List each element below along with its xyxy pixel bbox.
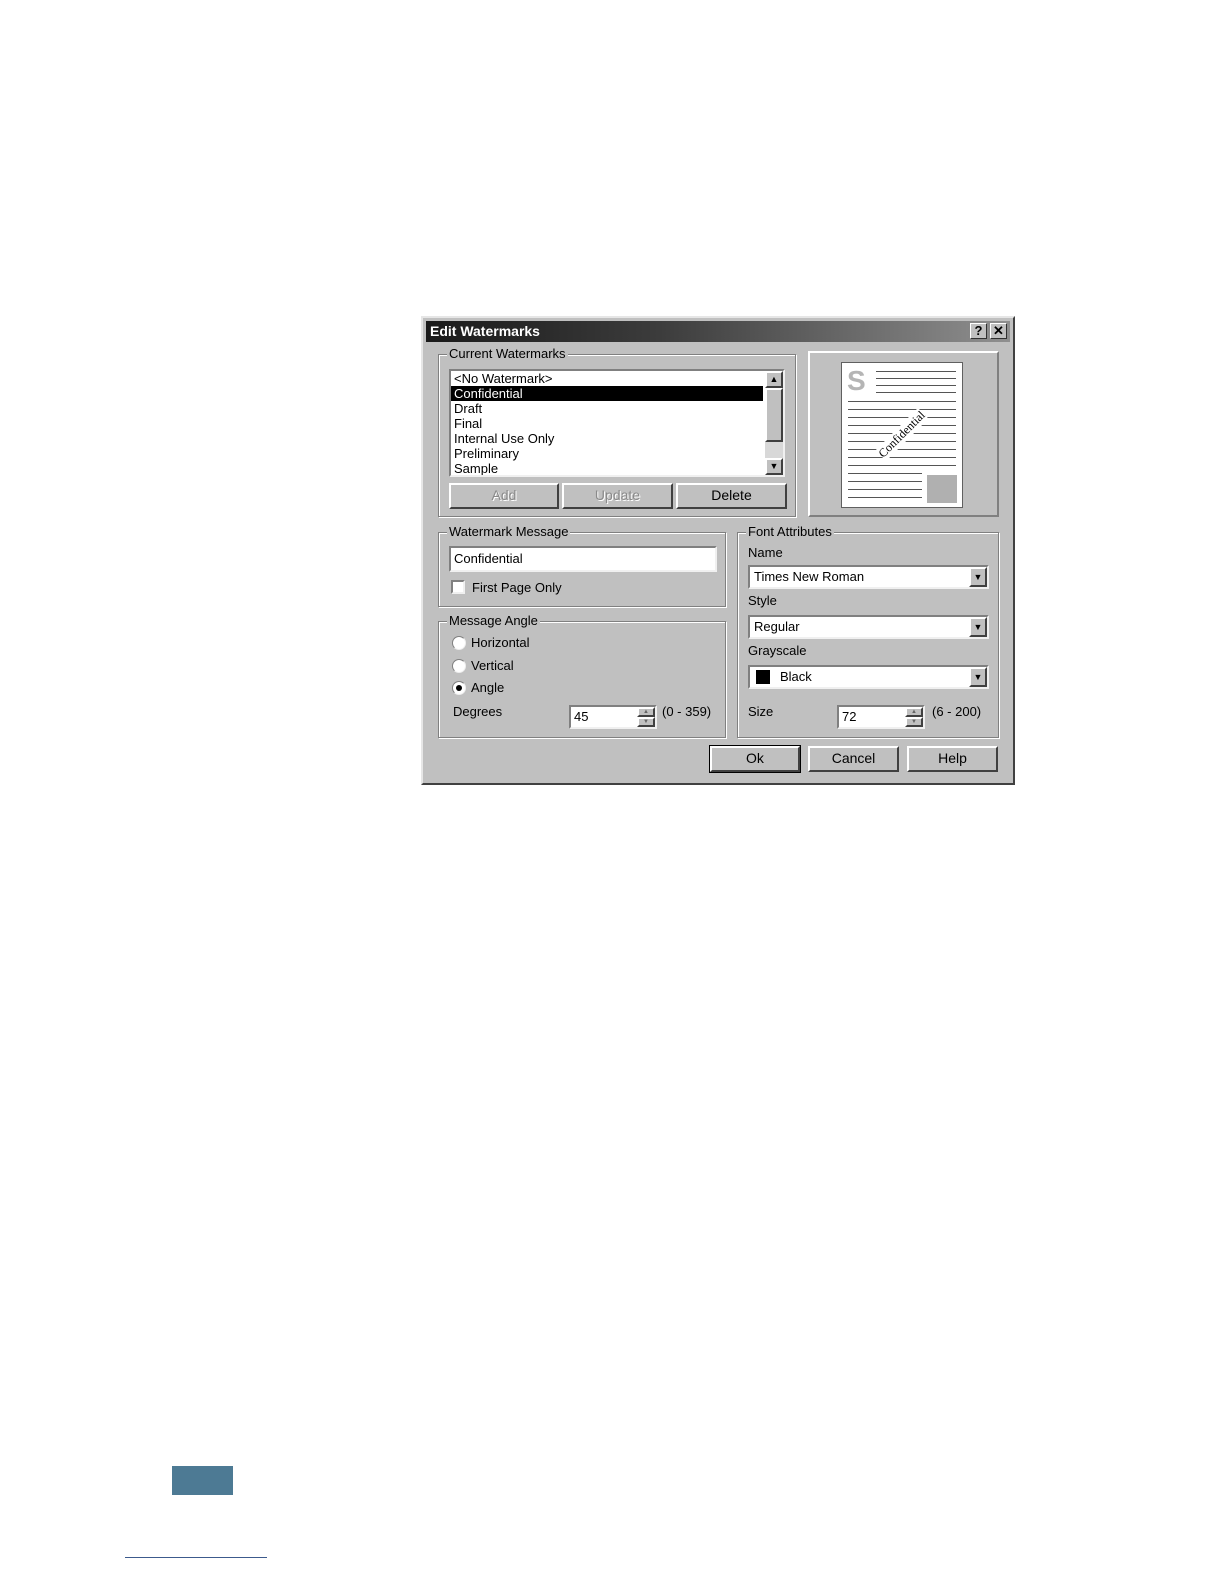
degrees-label: Degrees <box>453 704 503 719</box>
font-attributes-legend: Font Attributes <box>746 524 834 539</box>
current-watermarks-legend: Current Watermarks <box>447 346 568 361</box>
grayscale-swatch <box>756 670 770 684</box>
grayscale-label: Grayscale <box>748 643 807 658</box>
degrees-value: 45 <box>574 709 589 724</box>
add-button[interactable]: Add <box>449 483 559 509</box>
font-attributes-group: Font Attributes Name Times New Roman ▼ S… <box>737 524 999 738</box>
message-angle-legend: Message Angle <box>447 613 540 628</box>
spin-down-icon[interactable]: ▼ <box>905 717 923 727</box>
font-name-select[interactable]: Times New Roman ▼ <box>748 565 989 589</box>
help-icon[interactable]: ? <box>970 323 987 339</box>
degrees-range: (0 - 359) <box>662 704 712 719</box>
font-name-label: Name <box>748 545 783 560</box>
chevron-down-icon[interactable]: ▼ <box>969 667 987 687</box>
chevron-down-icon[interactable]: ▼ <box>969 617 987 637</box>
size-range: (6 - 200) <box>932 704 982 719</box>
scroll-up-icon[interactable]: ▲ <box>765 371 783 388</box>
scroll-thumb[interactable] <box>765 388 783 442</box>
font-style-select[interactable]: Regular ▼ <box>748 615 989 639</box>
grayscale-value: Black <box>780 669 812 684</box>
list-item[interactable]: Confidential <box>451 386 763 401</box>
grayscale-select[interactable]: Black ▼ <box>748 665 989 689</box>
angle-label[interactable]: Angle <box>471 680 504 695</box>
preview-page: S Confidential <box>841 362 963 508</box>
spin-down-icon[interactable]: ▼ <box>637 717 655 727</box>
update-button[interactable]: Update <box>562 483 673 509</box>
cancel-button[interactable]: Cancel <box>808 746 899 772</box>
dialog-title: Edit Watermarks <box>430 323 540 339</box>
close-icon[interactable]: ✕ <box>990 323 1007 339</box>
list-item[interactable]: Sample <box>451 461 763 475</box>
spin-up-icon[interactable]: ▲ <box>905 707 923 717</box>
preview-initial: S <box>847 365 866 396</box>
vertical-radio[interactable] <box>452 659 466 673</box>
page-number-tab <box>172 1466 233 1495</box>
watermark-message-input[interactable]: Confidential <box>449 546 717 572</box>
size-spinner[interactable]: 72 ▲ ▼ <box>837 705 925 729</box>
list-item[interactable]: Draft <box>451 401 763 416</box>
angle-radio[interactable] <box>452 681 466 695</box>
first-page-only-label[interactable]: First Page Only <box>472 580 562 595</box>
help-button[interactable]: Help <box>907 746 998 772</box>
list-item[interactable]: Final <box>451 416 763 431</box>
chevron-down-icon[interactable]: ▼ <box>969 567 987 587</box>
vertical-label[interactable]: Vertical <box>471 658 514 673</box>
watermark-preview: S Confidential <box>808 351 999 517</box>
angle-radio-dot <box>456 685 462 691</box>
font-style-value: Regular <box>754 619 800 634</box>
watermark-message-legend: Watermark Message <box>447 524 571 539</box>
degrees-spinner[interactable]: 45 ▲ ▼ <box>569 705 657 729</box>
current-watermarks-group: Current Watermarks <No Watermark> Confide… <box>438 346 796 517</box>
scroll-down-icon[interactable]: ▼ <box>765 458 783 475</box>
list-item[interactable]: Internal Use Only <box>451 431 763 446</box>
footer-rule <box>125 1557 267 1558</box>
message-angle-group: Message Angle Horizontal Vertical Angle … <box>438 613 726 738</box>
list-item[interactable]: Preliminary <box>451 446 763 461</box>
preview-watermark-text: Confidential <box>875 407 929 462</box>
font-name-value: Times New Roman <box>754 569 865 584</box>
watermark-message-group: Watermark Message Confidential First Pag… <box>438 524 726 607</box>
spin-up-icon[interactable]: ▲ <box>637 707 655 717</box>
first-page-only-checkbox[interactable] <box>451 580 465 594</box>
preview-graphic-block <box>927 475 957 503</box>
font-style-label: Style <box>748 593 777 608</box>
edit-watermarks-dialog: Edit Watermarks ? ✕ Current Watermarks <… <box>421 316 1015 785</box>
size-label: Size <box>748 704 774 719</box>
delete-button[interactable]: Delete <box>676 483 787 509</box>
title-bar[interactable]: Edit Watermarks ? ✕ <box>426 321 1010 342</box>
size-value: 72 <box>842 709 857 724</box>
watermark-list[interactable]: <No Watermark> Confidential Draft Final Inte… <box>449 369 785 477</box>
horizontal-label[interactable]: Horizontal <box>471 635 530 650</box>
list-item[interactable]: <No Watermark> <box>451 371 763 386</box>
list-scrollbar[interactable]: ▲ ▼ <box>765 371 783 475</box>
ok-button[interactable]: Ok <box>709 745 801 773</box>
horizontal-radio[interactable] <box>452 636 466 650</box>
